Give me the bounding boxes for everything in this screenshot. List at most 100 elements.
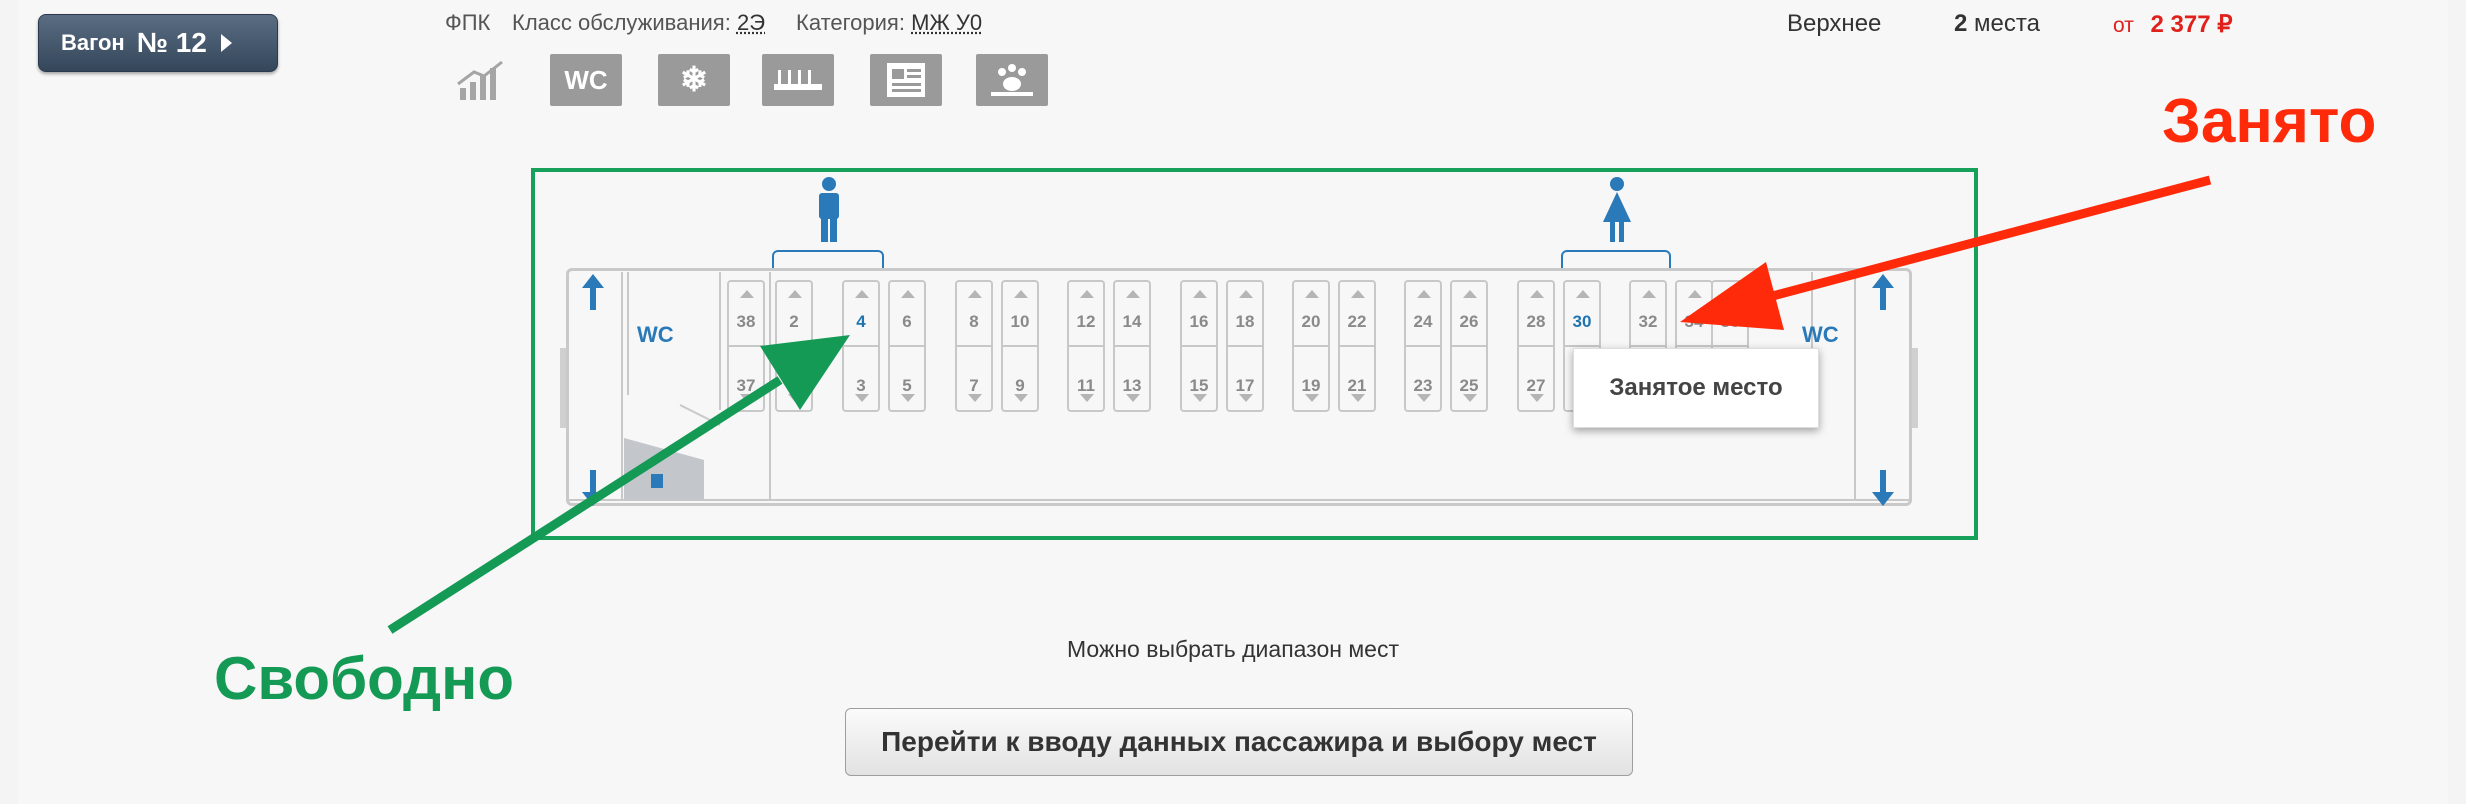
triangle-down-icon xyxy=(1239,394,1253,402)
triangle-up-icon xyxy=(1724,290,1738,298)
wc-icon-text: WC xyxy=(564,64,608,95)
triangle-up-icon xyxy=(1014,290,1028,298)
seat-count: 2 места xyxy=(1954,10,2040,38)
triangle-down-icon xyxy=(1417,394,1431,402)
female-compartment-bracket xyxy=(1561,250,1671,268)
triangle-up-icon xyxy=(1576,290,1590,298)
triangle-down-icon xyxy=(1014,394,1028,402)
service-class-value[interactable]: 2Э xyxy=(737,10,765,35)
seat-lower: 7 xyxy=(969,376,979,395)
seat-lower: 21 xyxy=(1347,376,1367,395)
category-value[interactable]: МЖ У0 xyxy=(911,10,982,35)
wagon-selector-button[interactable]: Вагон № 12 xyxy=(38,14,278,72)
triangle-up-icon xyxy=(1080,290,1094,298)
female-icon xyxy=(1603,177,1631,242)
triangle-down-icon xyxy=(1530,394,1544,402)
category-label: Категория: xyxy=(796,10,905,35)
triangle-up-icon xyxy=(1417,290,1431,298)
price-from: от xyxy=(2113,14,2134,37)
triangle-up-icon xyxy=(740,290,754,298)
seat-lower: 11 xyxy=(1077,376,1095,395)
snowflake-icon: ❄ xyxy=(658,54,730,106)
seat-upper: 18 xyxy=(1235,312,1255,331)
seat-lower: 5 xyxy=(902,376,912,395)
wagon-number: № 12 xyxy=(136,27,207,58)
exit-up-right-icon xyxy=(1872,274,1894,310)
triangle-up-icon xyxy=(1642,290,1656,298)
seat-lower: 3 xyxy=(856,376,866,395)
male-icon xyxy=(819,177,839,242)
berth-pair: 21 xyxy=(775,280,813,412)
berth-pair: 12 11 xyxy=(1067,280,1105,412)
triangle-down-icon xyxy=(968,394,982,402)
exit-down-left-icon xyxy=(582,470,604,506)
triangle-down-icon xyxy=(1351,394,1365,402)
triangle-down-icon xyxy=(1305,394,1319,402)
seat-upper: 38 xyxy=(736,312,756,331)
berth-pair: 20 19 xyxy=(1292,280,1330,412)
berth-pair: 87 xyxy=(955,280,993,412)
seat-upper[interactable]: 4 xyxy=(844,312,878,332)
triangle-up-icon xyxy=(1530,290,1544,298)
triangle-up-icon xyxy=(968,290,982,298)
triangle-down-icon xyxy=(855,394,869,402)
triangle-down-icon xyxy=(1463,394,1477,402)
berth-pair: 38 37 xyxy=(727,280,765,412)
berth-pair: 16 15 xyxy=(1180,280,1218,412)
washbasin-icon xyxy=(762,54,834,106)
price-amount: 2 377 ₽ xyxy=(2150,11,2233,38)
berth-pair: 26 25 xyxy=(1450,280,1488,412)
triangle-up-icon xyxy=(1351,290,1365,298)
triangle-up-icon xyxy=(1305,290,1319,298)
newspaper-icon xyxy=(870,54,942,106)
seat-upper: 28 xyxy=(1526,312,1546,331)
proceed-to-passenger-data-button[interactable]: Перейти к вводу данных пассажира и выбор… xyxy=(845,708,1633,776)
seat-lower: 15 xyxy=(1189,376,1209,395)
triangle-up-icon xyxy=(855,290,869,298)
seat-upper: 2 xyxy=(789,312,799,331)
seat-lower: 19 xyxy=(1301,376,1321,395)
seat-upper: 20 xyxy=(1301,312,1321,331)
male-compartment-bracket xyxy=(772,250,884,268)
wc-right-label: WC xyxy=(1802,322,1839,347)
seat-lower: 17 xyxy=(1235,376,1255,395)
triangle-up-icon xyxy=(901,290,915,298)
berth-pair: 22 21 xyxy=(1338,280,1376,412)
berth-pair: 10 9 xyxy=(1001,280,1039,412)
triangle-up-icon xyxy=(1688,290,1702,298)
exit-down-right-icon xyxy=(1872,470,1894,506)
seat-lower: 9 xyxy=(1015,376,1025,395)
seat-upper: 32 xyxy=(1638,312,1658,331)
berth-pair: 28 27 xyxy=(1517,280,1555,412)
seat-lower: 37 xyxy=(736,376,756,395)
chart-icon xyxy=(457,60,503,100)
wc-left-label: WC xyxy=(637,322,674,347)
seat-upper: 6 xyxy=(902,312,912,331)
seat-upper[interactable]: 30 xyxy=(1565,312,1599,332)
triangle-down-icon xyxy=(901,394,915,402)
exit-up-left-icon xyxy=(582,274,604,310)
service-class: Класс обслуживания: 2Э xyxy=(512,10,765,36)
seat-upper: 10 xyxy=(1010,312,1030,331)
triangle-down-icon xyxy=(1193,394,1207,402)
berth-pair: 24 23 xyxy=(1404,280,1442,412)
triangle-down-icon xyxy=(1126,394,1140,402)
berth-pair: 43 xyxy=(842,280,880,412)
triangle-up-icon xyxy=(1126,290,1140,298)
triangle-down-icon xyxy=(788,394,802,402)
berth-pair: 65 xyxy=(888,280,926,412)
triangle-up-icon xyxy=(1193,290,1207,298)
free-annotation: Свободно xyxy=(214,645,514,712)
triangle-down-icon xyxy=(740,394,754,402)
seat-upper: 8 xyxy=(969,312,979,331)
seat-upper: 22 xyxy=(1347,312,1367,331)
price: от 2 377 ₽ xyxy=(2113,10,2233,39)
triangle-up-icon xyxy=(788,290,802,298)
occupied-annotation: Занято xyxy=(2162,87,2377,156)
seat-lower: 13 xyxy=(1122,376,1142,395)
triangle-up-icon xyxy=(1239,290,1253,298)
seat-upper: 24 xyxy=(1413,312,1433,331)
seat-upper: 16 xyxy=(1189,312,1209,331)
berth-type: Верхнее xyxy=(1787,10,1882,37)
service-class-label: Класс обслуживания: xyxy=(512,10,731,35)
